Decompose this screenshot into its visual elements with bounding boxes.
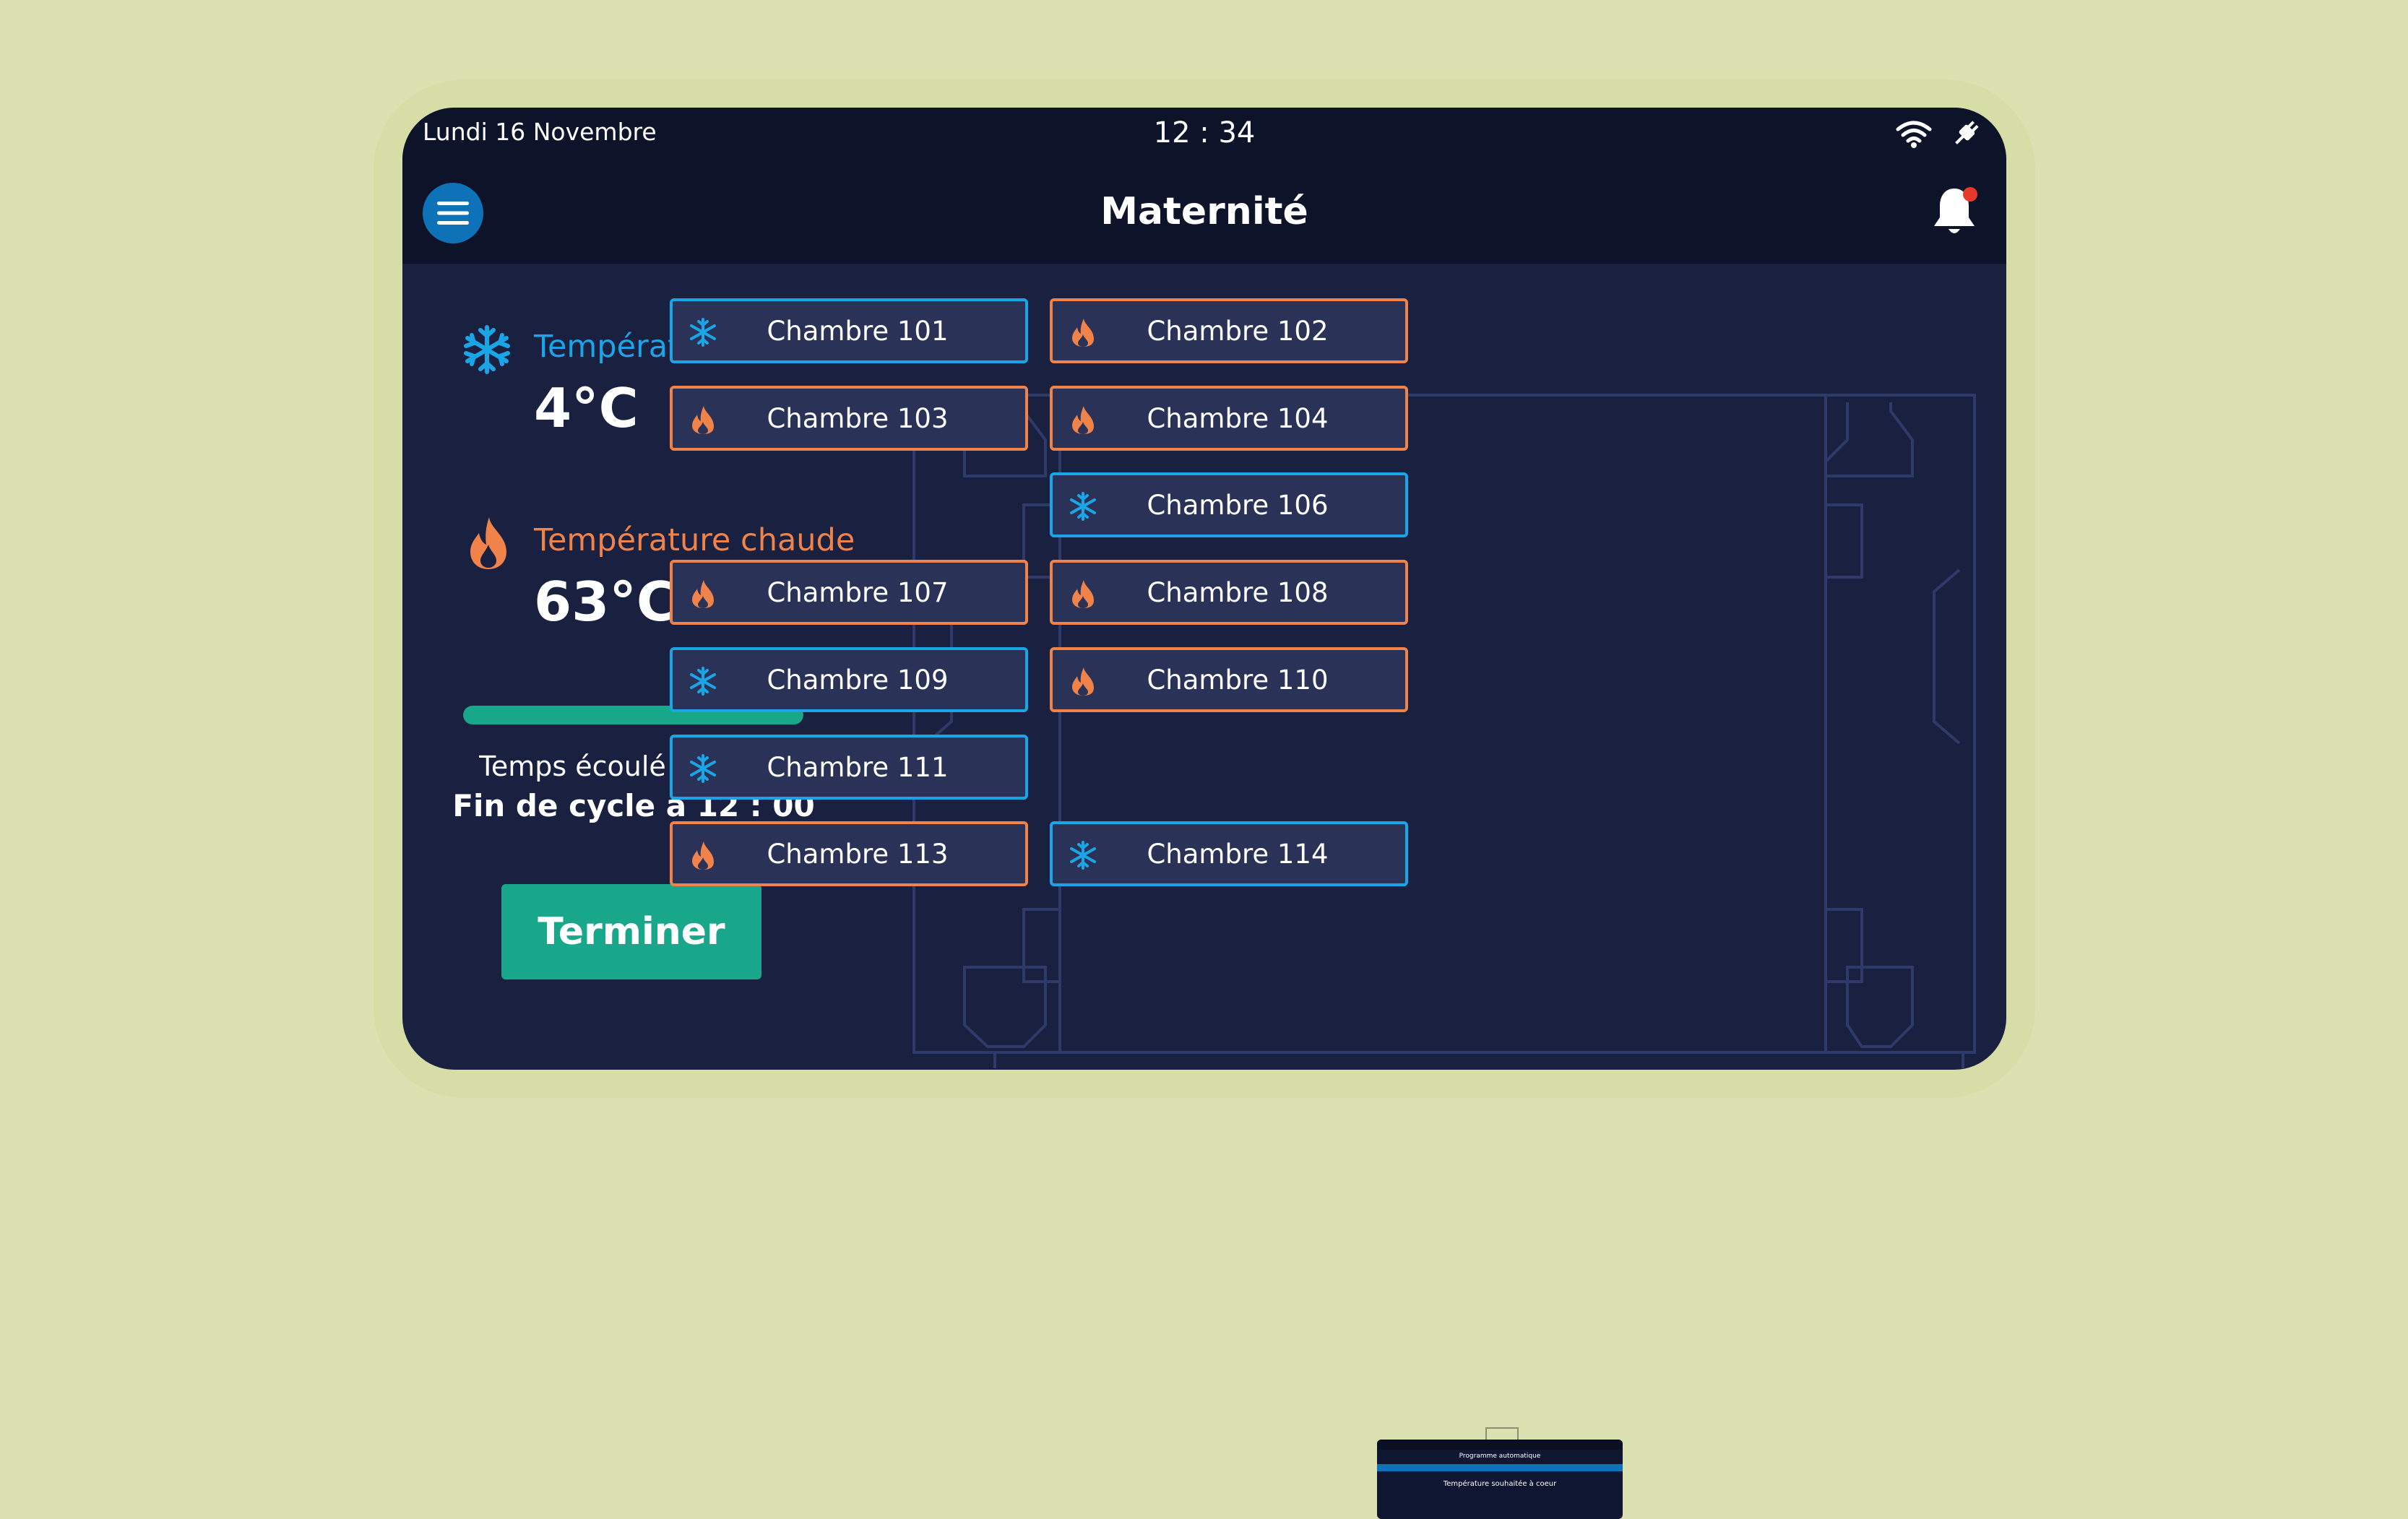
flame-icon: [1072, 580, 1094, 608]
room-label: Chambre 106: [1147, 489, 1329, 521]
room-label: Chambre 103: [767, 402, 949, 434]
status-icons: [1895, 118, 1982, 150]
room-label: Chambre 107: [767, 576, 949, 608]
room-109-button[interactable]: Chambre 109: [670, 647, 1028, 712]
flame-icon: [1072, 667, 1094, 696]
room-104-button[interactable]: Chambre 104: [1050, 386, 1408, 451]
cold-temperature-value: 4°C: [534, 376, 639, 440]
room-label: Chambre 109: [767, 664, 949, 696]
flame-icon: [1072, 319, 1094, 347]
room-107-button[interactable]: Chambre 107: [670, 560, 1028, 625]
wifi-icon: [1896, 121, 1932, 148]
screen-thumbnail[interactable]: Programme automatique Température souhai…: [1377, 1440, 1623, 1519]
room-label: Chambre 113: [767, 838, 949, 870]
status-time: 12 : 34: [1153, 116, 1256, 150]
snowflake-icon: [690, 667, 716, 696]
flame-icon: [470, 517, 506, 569]
room-108-button[interactable]: Chambre 108: [1050, 560, 1408, 625]
room-106-button[interactable]: Chambre 106: [1050, 472, 1408, 537]
room-113-button[interactable]: Chambre 113: [670, 821, 1028, 886]
status-bar: Lundi 16 Novembre 12 : 34: [402, 108, 2006, 164]
snowflake-icon: [1070, 841, 1096, 870]
room-label: Chambre 111: [767, 751, 949, 783]
bell-icon: [1934, 187, 1977, 233]
room-111-button[interactable]: Chambre 111: [670, 735, 1028, 800]
thumbnail-title: Programme automatique: [1459, 1453, 1541, 1460]
terminer-button[interactable]: Terminer: [501, 884, 761, 979]
flame-icon: [692, 580, 714, 608]
room-102-button[interactable]: Chambre 102: [1050, 298, 1408, 363]
flame-icon: [1072, 406, 1094, 434]
flame-icon: [692, 406, 714, 434]
page-title: Maternité: [1100, 190, 1308, 233]
hot-temperature-label: Température chaude: [534, 522, 855, 558]
room-label: Chambre 114: [1147, 838, 1329, 870]
thumbnail-status-bar: [1377, 1440, 1623, 1450]
flame-icon: [692, 841, 714, 870]
room-101-button[interactable]: Chambre 101: [670, 298, 1028, 363]
room-label: Chambre 102: [1147, 315, 1329, 347]
notification-dot: [1963, 187, 1977, 202]
room-110-button[interactable]: Chambre 110: [1050, 647, 1408, 712]
room-label: Chambre 108: [1147, 576, 1329, 608]
app-bar: Maternité: [402, 164, 2006, 264]
room-114-button[interactable]: Chambre 114: [1050, 821, 1408, 886]
notifications-button[interactable]: [1930, 184, 1982, 242]
plug-icon: [1955, 121, 1979, 144]
tablet-screen: Lundi 16 Novembre 12 : 34 Maternité Temp…: [402, 108, 2006, 1070]
thumbnail-tabs: [1377, 1464, 1623, 1471]
room-label: Chambre 101: [767, 315, 949, 347]
room-103-button[interactable]: Chambre 103: [670, 386, 1028, 451]
room-label: Chambre 110: [1147, 664, 1329, 696]
thumbnail-subtitle: Température souhaitée à coeur: [1443, 1480, 1557, 1488]
snowflake-icon: [1070, 492, 1096, 521]
hot-temperature-value: 63°C: [534, 570, 676, 633]
room-label: Chambre 104: [1147, 402, 1329, 434]
snowflake-icon: [690, 754, 716, 783]
snowflake-icon: [690, 318, 716, 347]
snowflake-icon: [464, 325, 510, 374]
